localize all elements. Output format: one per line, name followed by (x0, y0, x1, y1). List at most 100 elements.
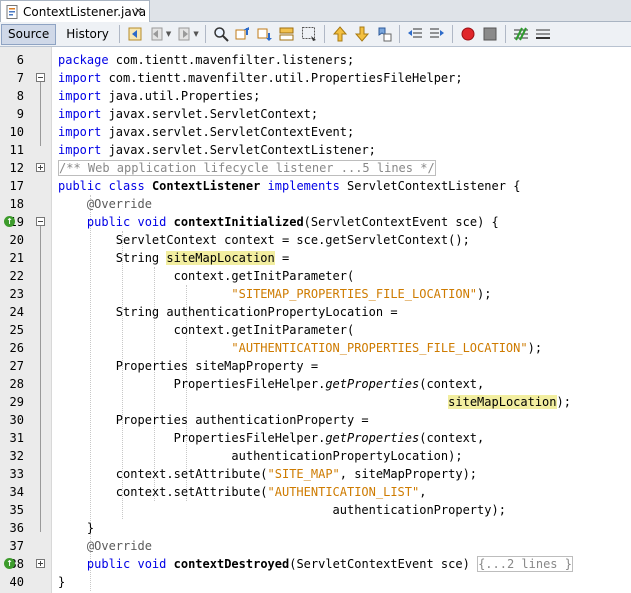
line-number: 10 (9, 125, 24, 139)
find-previous-icon[interactable] (235, 26, 251, 42)
highlighted-identifier: siteMapLocation (448, 395, 557, 409)
editor-tab-title: ContextListener.java (23, 4, 147, 19)
class-name: ContextListener (151, 179, 261, 193)
code-line: Properties siteMapProperty = (58, 359, 319, 373)
back-dropdown-icon[interactable]: ▼ (166, 30, 171, 38)
forward-icon[interactable] (176, 26, 192, 42)
code-line: public class ContextListener implements … (58, 179, 521, 193)
code-line: String siteMapLocation = (58, 251, 290, 265)
code-line: public void contextDestroyed(ServletCont… (86, 556, 573, 572)
next-bookmark-icon[interactable] (354, 26, 370, 42)
collapsed-comment[interactable]: /** Web application lifecycle listener .… (58, 160, 436, 176)
code-line: siteMapLocation); (448, 395, 571, 409)
editor-tab-bar: ContextListener.java × (0, 0, 631, 22)
line-number: 32 (9, 449, 24, 463)
keyword: implements (267, 179, 340, 193)
code-line: import javax.servlet.ServletContext; (58, 107, 319, 121)
keyword: import (58, 107, 102, 121)
code-line: PropertiesFileHelper.getProperties(conte… (58, 377, 485, 391)
close-tab-icon[interactable]: × (134, 5, 143, 17)
line-number: 34 (9, 485, 24, 499)
rectangular-selection-icon[interactable] (301, 26, 317, 42)
code-line: authenticationPropertyLocation); (58, 449, 463, 463)
annotation: @Override (86, 197, 152, 211)
code-line: ServletContext context = sce.getServletC… (58, 233, 470, 247)
history-button[interactable]: History (60, 24, 115, 45)
line-number: 35 (9, 503, 24, 517)
keyword: public class (58, 179, 145, 193)
keyword: import (58, 125, 102, 139)
collapse-method-icon[interactable] (36, 217, 45, 226)
source-button[interactable]: Source (1, 23, 57, 45)
line-number: 26 (9, 341, 24, 355)
highlighted-identifier: siteMapLocation (166, 251, 275, 265)
line-number: 24 (9, 305, 24, 319)
code-line: @Override (58, 195, 152, 213)
code-line: context.getInitParameter( (58, 323, 355, 337)
code-line: import javax.servlet.ServletContextEvent… (58, 125, 355, 139)
uncomment-icon[interactable] (535, 26, 551, 42)
string-literal: "SITEMAP_PROPERTIES_FILE_LOCATION" (231, 287, 478, 301)
line-number: 18 (9, 197, 24, 211)
line-number: 30 (9, 413, 24, 427)
editor-tab[interactable]: ContextListener.java × (0, 0, 150, 22)
find-next-icon[interactable] (257, 26, 273, 42)
last-edit-icon[interactable] (127, 26, 143, 42)
line-number: 7 (16, 71, 24, 85)
toggle-bookmark-icon[interactable] (376, 26, 392, 42)
toolbar-separator (504, 25, 506, 43)
expand-method-icon[interactable] (36, 559, 45, 568)
line-number-gutter: 6 7 8 9 10 11 12 17 18 19 20 21 22 23 24… (0, 47, 52, 593)
code-editor[interactable]: package com.tientt.mavenfilter.listeners… (52, 47, 631, 593)
toolbar-separator (118, 25, 120, 43)
code-line: } (58, 575, 66, 589)
comment-icon[interactable] (513, 26, 529, 42)
string-literal: "AUTHENTICATION_LIST" (267, 485, 420, 499)
keyword: import (58, 71, 102, 85)
keyword: import (58, 143, 102, 157)
line-number: 37 (9, 539, 24, 553)
line-number: 36 (9, 521, 24, 535)
code-line: context.setAttribute("AUTHENTICATION_LIS… (58, 485, 427, 499)
code-line: import javax.servlet.ServletContextListe… (58, 143, 376, 157)
fold-line (40, 82, 41, 146)
expand-comment-icon[interactable] (36, 163, 45, 172)
toolbar-separator (398, 25, 400, 43)
stop-macro-recording-icon[interactable] (482, 26, 498, 42)
shift-line-left-icon[interactable] (407, 26, 423, 42)
line-number: 17 (9, 179, 24, 193)
find-icon[interactable] (213, 26, 229, 42)
collapsed-method-body[interactable]: {...2 lines } (477, 556, 573, 572)
shift-line-right-icon[interactable] (429, 26, 445, 42)
code-line: import java.util.Properties; (58, 89, 261, 103)
previous-bookmark-icon[interactable] (332, 26, 348, 42)
line-number: 12 (9, 161, 24, 175)
line-number: 25 (9, 323, 24, 337)
fold-line (40, 226, 41, 532)
keyword: public void (86, 215, 167, 229)
toolbar-separator (451, 25, 453, 43)
collapse-imports-icon[interactable] (36, 73, 45, 82)
forward-dropdown-icon[interactable]: ▼ (193, 30, 198, 38)
override-indicator-icon[interactable]: ↑ (4, 216, 15, 227)
start-macro-recording-icon[interactable] (460, 26, 476, 42)
back-icon[interactable] (149, 26, 165, 42)
code-line: context.getInitParameter( (58, 269, 355, 283)
method-name: contextInitialized (173, 215, 304, 229)
keyword: package (58, 53, 109, 67)
line-number: 21 (9, 251, 24, 265)
code-line: "AUTHENTICATION_PROPERTIES_FILE_LOCATION… (231, 341, 543, 355)
toolbar-separator (204, 25, 206, 43)
code-line: String authenticationPropertyLocation = (58, 305, 398, 319)
method-name: contextDestroyed (173, 557, 290, 571)
toggle-highlight-icon[interactable] (279, 26, 295, 42)
code-line: authenticationProperty); (58, 503, 506, 517)
static-method: getProperties (325, 377, 420, 391)
code-line: import com.tientt.mavenfilter.util.Prope… (58, 71, 463, 85)
keyword: public void (86, 557, 167, 571)
code-line: @Override (58, 537, 152, 555)
string-literal: "SITE_MAP" (267, 467, 340, 481)
override-indicator-icon[interactable]: ↑ (4, 558, 15, 569)
keyword: import (58, 89, 102, 103)
code-line: package com.tientt.mavenfilter.listeners… (58, 53, 355, 67)
